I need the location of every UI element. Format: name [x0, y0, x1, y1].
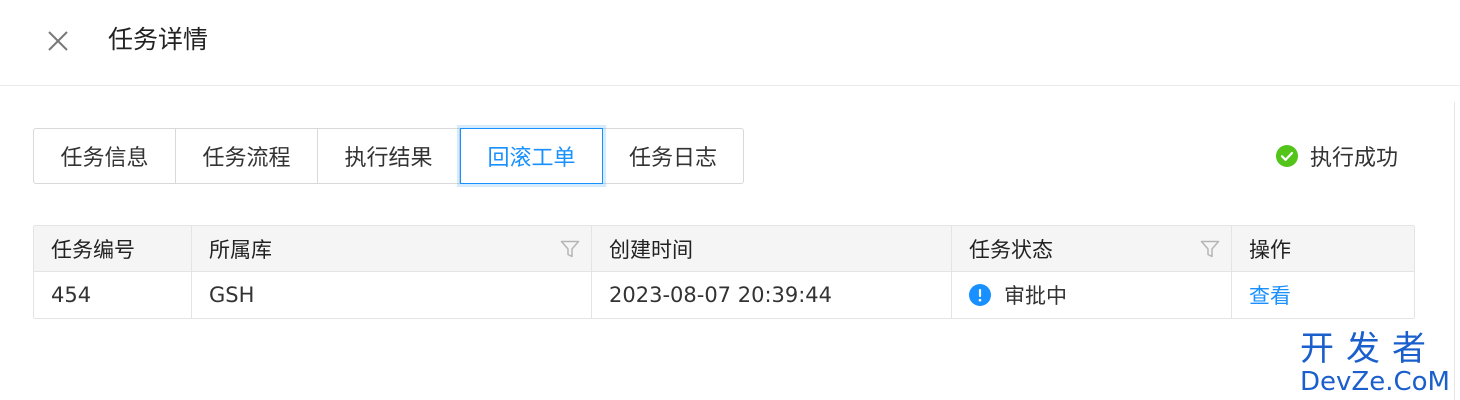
cell-task-state: 审批中 [952, 272, 1232, 318]
tab-execution-result[interactable]: 执行结果 [318, 128, 460, 184]
watermark-cn: 开发者 [1300, 329, 1438, 369]
tab-bar: 任务信息 任务流程 执行结果 回滚工单 任务日志 [33, 128, 744, 184]
status-text: 执行成功 [1310, 146, 1399, 171]
rollback-ticket-table: 任务编号 所属库 创建时间 任务状态 操作 454 GSH 2023-08-07… [33, 225, 1415, 319]
watermark-en: DevZe.CoM [1300, 367, 1450, 397]
task-detail-page: 任务详情 任务信息 任务流程 执行结果 回滚工单 任务日志 执行成功 任务编号 … [0, 0, 1460, 400]
tab-task-info[interactable]: 任务信息 [33, 128, 176, 184]
close-icon[interactable] [38, 22, 78, 62]
filter-icon[interactable] [1199, 238, 1221, 260]
execution-status: 执行成功 [1276, 140, 1398, 172]
table-header-row: 任务编号 所属库 创建时间 任务状态 操作 [34, 226, 1414, 272]
watermark: 开发者 DevZe.CoM [1300, 330, 1455, 396]
page-title: 任务详情 [108, 25, 209, 54]
state-text: 审批中 [1004, 284, 1067, 308]
column-header-label: 创建时间 [609, 237, 693, 262]
tab-task-log[interactable]: 任务日志 [603, 128, 744, 184]
column-header-created-at: 创建时间 [592, 226, 952, 271]
cell-actions: 查看 [1232, 272, 1414, 318]
filter-icon[interactable] [559, 238, 581, 260]
view-link[interactable]: 查看 [1249, 280, 1291, 310]
cell-task-id: 454 [34, 272, 192, 318]
table-row: 454 GSH 2023-08-07 20:39:44 审批中 查看 [34, 272, 1414, 318]
column-header-task-id: 任务编号 [34, 226, 192, 271]
tab-task-flow[interactable]: 任务流程 [176, 128, 318, 184]
cell-created-at: 2023-08-07 20:39:44 [592, 272, 952, 318]
close-button[interactable] [38, 22, 78, 62]
check-circle-icon [1276, 145, 1298, 167]
column-header-task-state: 任务状态 [952, 226, 1232, 271]
column-header-label: 任务状态 [969, 237, 1053, 262]
column-header-label: 所属库 [209, 237, 272, 262]
tab-rollback-ticket[interactable]: 回滚工单 [460, 128, 603, 184]
column-header-actions: 操作 [1232, 226, 1414, 271]
cell-database: GSH [192, 272, 592, 318]
column-header-database: 所属库 [192, 226, 592, 271]
info-circle-icon [969, 284, 991, 306]
column-header-label: 任务编号 [51, 237, 135, 262]
column-header-label: 操作 [1249, 237, 1291, 262]
header: 任务详情 [0, 0, 1460, 86]
